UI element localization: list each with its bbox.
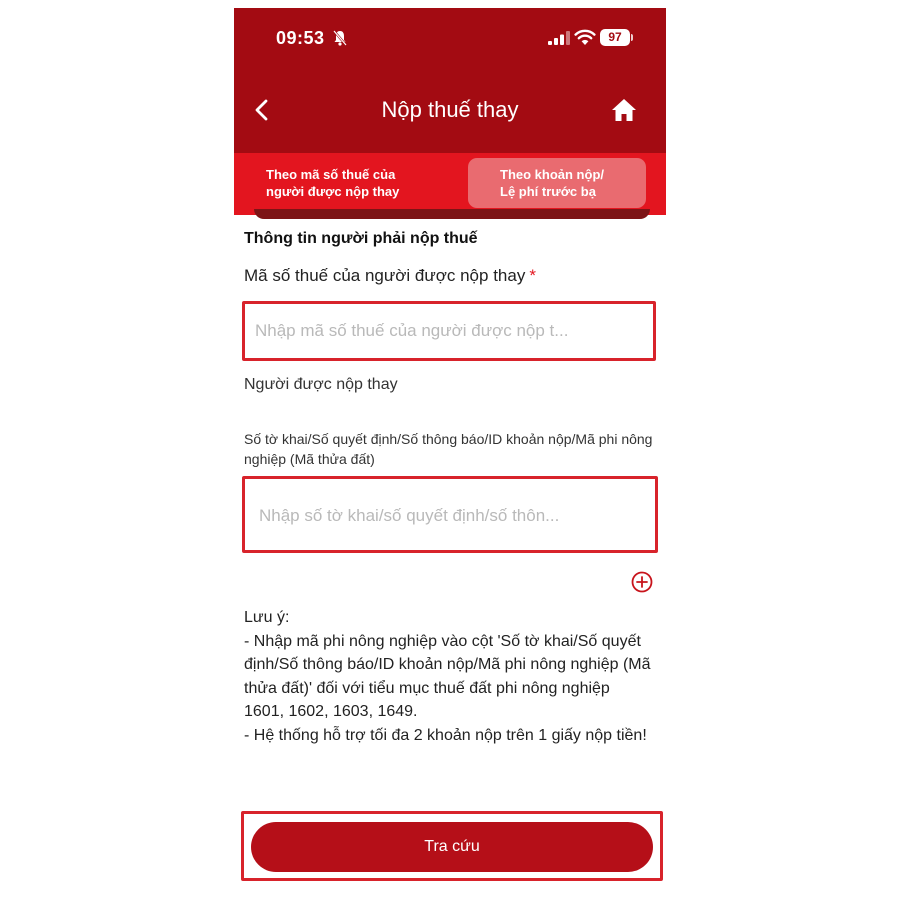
- taxcode-input[interactable]: [255, 319, 645, 343]
- tab-label-line2: Lệ phí trước bạ: [500, 184, 596, 199]
- section-title: Thông tin người phải nộp thuế: [244, 230, 478, 247]
- search-button[interactable]: Tra cứu: [251, 822, 653, 872]
- note-line: - Nhập mã phi nông nghiệp vào cột 'Số tờ…: [244, 632, 651, 721]
- back-button[interactable]: [248, 96, 276, 124]
- tab-by-taxcode[interactable]: Theo mã số thuế của người được nộp thay: [234, 158, 458, 208]
- document-field-frame: [242, 476, 658, 553]
- battery-cap: [631, 34, 633, 41]
- tab-bar-shadow: [254, 209, 650, 219]
- note-title: Lưu ý:: [244, 609, 290, 626]
- add-payment-icon[interactable]: [631, 571, 653, 593]
- page-title: Nộp thuế thay: [381, 97, 519, 122]
- wifi-icon: [574, 29, 596, 45]
- document-number-input[interactable]: [259, 504, 647, 528]
- tab-label-line1: Theo mã số thuế của: [266, 167, 396, 182]
- payer-label: Người được nộp thay: [244, 376, 398, 393]
- note-block: Lưu ý: - Nhập mã phi nông nghiệp vào cột…: [244, 606, 654, 747]
- document-number-label: Số tờ khai/Số quyết định/Số thông báo/ID…: [244, 431, 653, 467]
- tab-label-line1: Theo khoản nộp/: [500, 167, 604, 182]
- tab-by-payment[interactable]: Theo khoản nộp/ Lệ phí trước bạ: [468, 158, 646, 208]
- bell-muted-icon: [333, 30, 347, 46]
- taxcode-label-text: Mã số thuế của người được nộp thay: [244, 266, 526, 285]
- phone-screen: 09:53 97 Nộp thuế thay Theo mã số thuế c…: [234, 8, 666, 894]
- required-mark: *: [529, 266, 536, 285]
- search-button-frame: Tra cứu: [241, 811, 663, 881]
- tab-label-line2: người được nộp thay: [266, 184, 400, 199]
- app-header: 09:53 97 Nộp thuế thay: [234, 8, 666, 153]
- taxcode-label: Mã số thuế của người được nộp thay *: [244, 266, 536, 286]
- signal-icon: [548, 31, 570, 45]
- tab-bar: Theo mã số thuế của người được nộp thay …: [234, 153, 666, 215]
- home-icon[interactable]: [610, 97, 638, 123]
- status-time: 09:53: [276, 28, 325, 48]
- battery-level: 97: [600, 29, 630, 46]
- note-line: - Hệ thống hỗ trợ tối đa 2 khoản nộp trê…: [244, 726, 647, 744]
- taxcode-field-frame: [242, 301, 656, 361]
